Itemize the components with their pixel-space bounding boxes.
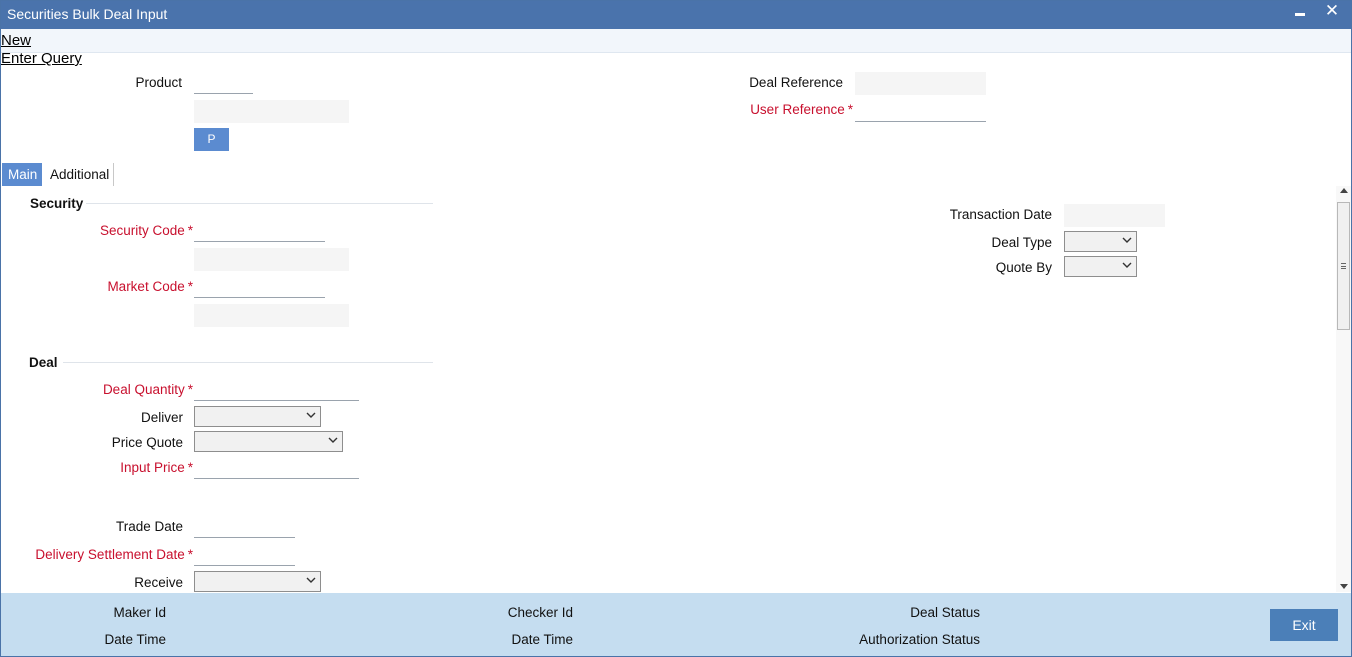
market-code-input[interactable] <box>194 276 325 298</box>
authorization-status-label: Authorization Status <box>859 632 980 647</box>
minimize-icon[interactable] <box>1295 13 1305 16</box>
tab-additional[interactable]: Additional <box>44 163 114 186</box>
quote-by-label: Quote By <box>995 260 1052 275</box>
required-marker: * <box>187 223 193 238</box>
scrollbar-thumb[interactable] <box>1337 202 1350 330</box>
price-quote-select[interactable] <box>194 431 343 452</box>
trade-date-label: Trade Date <box>115 519 183 534</box>
tab-main[interactable]: Main <box>2 163 42 186</box>
deliver-label: Deliver <box>140 410 183 425</box>
price-quote-label: Price Quote <box>111 435 183 450</box>
security-code-label: Security Code * <box>99 223 193 238</box>
transaction-date-field <box>1064 204 1165 227</box>
delivery-settlement-date-input[interactable] <box>194 544 295 566</box>
deal-reference-label: Deal Reference <box>749 75 843 90</box>
close-icon[interactable]: ✕ <box>1323 2 1341 22</box>
user-reference-label: User Reference * <box>750 102 853 117</box>
product-description-field <box>194 100 349 123</box>
quote-by-select[interactable] <box>1064 256 1137 277</box>
required-marker: * <box>187 382 193 397</box>
new-link[interactable]: New <box>1 32 31 49</box>
receive-label: Receive <box>134 575 183 590</box>
audit-footer <box>1 593 1351 656</box>
security-code-input[interactable] <box>194 220 325 242</box>
deal-quantity-input[interactable] <box>194 379 359 401</box>
receive-select[interactable] <box>194 571 321 592</box>
securities-bulk-deal-input-window: Securities Bulk Deal Input ✕ New Enter Q… <box>0 0 1352 657</box>
product-input[interactable] <box>194 72 253 94</box>
security-section-title: Security <box>30 196 84 211</box>
deal-quantity-label: Deal Quantity * <box>102 382 193 397</box>
deal-section-title: Deal <box>29 355 58 370</box>
security-divider <box>86 203 433 204</box>
deal-reference-field <box>855 72 986 95</box>
deal-type-label: Deal Type <box>991 235 1052 250</box>
deal-type-select[interactable] <box>1064 231 1137 252</box>
chevron-down-icon <box>306 412 316 418</box>
title-bar: Securities Bulk Deal Input ✕ <box>1 1 1351 29</box>
enter-query-link[interactable]: Enter Query <box>1 50 82 67</box>
market-code-label: Market Code * <box>107 279 193 294</box>
scroll-down-arrow-icon[interactable] <box>1340 584 1348 589</box>
chevron-down-icon <box>1122 237 1132 243</box>
checker-id-label: Checker Id <box>507 605 573 620</box>
product-lookup-button[interactable]: P <box>194 128 229 151</box>
chevron-down-icon <box>1122 262 1132 268</box>
maker-date-time-label: Date Time <box>104 632 166 647</box>
chevron-down-icon <box>328 437 338 443</box>
required-marker: * <box>187 279 193 294</box>
input-price-input[interactable] <box>194 457 359 479</box>
maker-id-label: Maker Id <box>113 605 166 620</box>
user-reference-input[interactable] <box>855 100 986 122</box>
transaction-date-label: Transaction Date <box>949 207 1052 222</box>
required-marker: * <box>187 460 193 475</box>
menu-bar <box>1 29 1351 53</box>
security-code-description-field <box>194 248 349 271</box>
exit-button[interactable]: Exit <box>1270 609 1338 641</box>
delivery-settlement-date-label: Delivery Settlement Date * <box>35 547 193 562</box>
required-marker: * <box>187 547 193 562</box>
deal-divider <box>63 362 433 363</box>
vertical-scrollbar[interactable] <box>1336 186 1351 592</box>
market-code-description-field <box>194 304 349 327</box>
required-marker: * <box>847 102 853 117</box>
scroll-up-arrow-icon[interactable] <box>1340 188 1348 193</box>
window-title: Securities Bulk Deal Input <box>7 6 168 22</box>
chevron-down-icon <box>306 577 316 583</box>
checker-date-time-label: Date Time <box>511 632 573 647</box>
grip-icon <box>1341 263 1346 269</box>
product-label: Product <box>135 75 182 90</box>
input-price-label: Input Price * <box>120 460 193 475</box>
trade-date-input[interactable] <box>194 516 295 538</box>
deal-status-label: Deal Status <box>910 605 980 620</box>
deliver-select[interactable] <box>194 406 321 427</box>
